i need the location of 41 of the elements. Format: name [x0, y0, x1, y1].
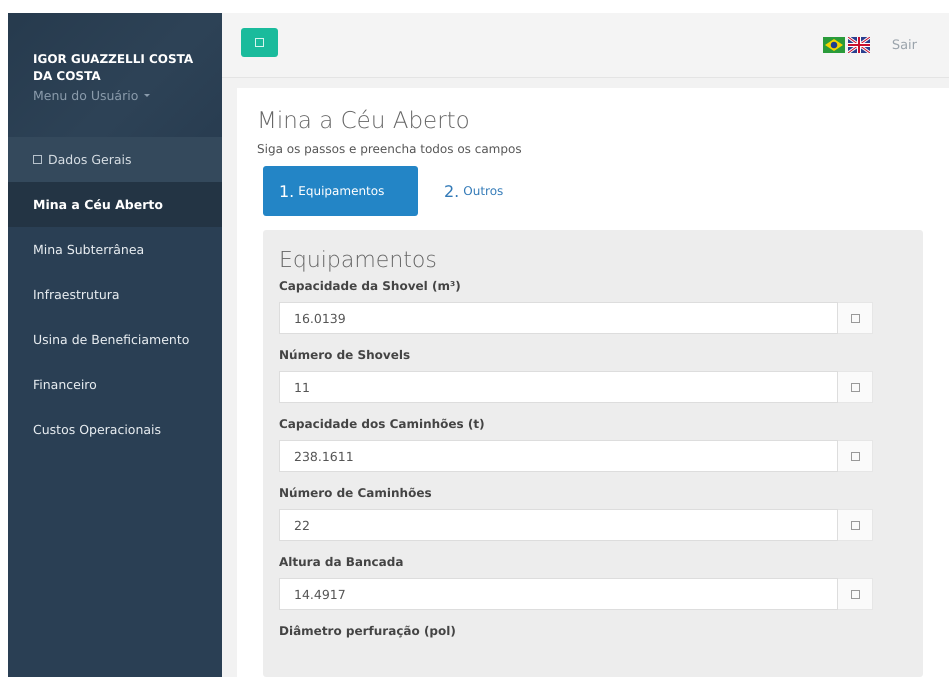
menu-toggle-button[interactable]: [241, 28, 278, 56]
sidebar-item[interactable]: Financeiro: [8, 362, 222, 407]
input-addon[interactable]: [838, 302, 873, 334]
brazil-flag-icon[interactable]: [822, 37, 845, 53]
input-field[interactable]: 238.1611: [279, 440, 838, 472]
square-icon: [33, 155, 42, 164]
square-icon: [850, 590, 860, 598]
caret-icon: [144, 94, 150, 97]
square-icon: [255, 38, 264, 46]
page-title: Mina a Céu Aberto: [257, 108, 471, 134]
step-tab[interactable]: 2. Outros: [428, 166, 520, 216]
square-icon: [850, 382, 860, 392]
input-addon[interactable]: [838, 509, 873, 541]
input-addon[interactable]: [838, 440, 873, 472]
input-field[interactable]: 11: [279, 371, 838, 403]
sidebar-item[interactable]: Infraestrutura: [8, 272, 222, 317]
input-field[interactable]: 22: [279, 509, 838, 541]
sidebar-item[interactable]: Mina Subterrânea: [8, 227, 222, 272]
input-addon[interactable]: [838, 371, 873, 403]
square-icon: [850, 452, 860, 460]
field-label: Altura da Bancada: [279, 555, 404, 569]
sidebar-item[interactable]: Mina a Céu Aberto: [8, 182, 222, 227]
sidebar-item[interactable]: Dados Gerais: [8, 137, 222, 182]
field-label: Número de Shovels: [279, 348, 412, 362]
square-icon: [850, 520, 860, 530]
square-icon: [850, 314, 860, 322]
sidebar-item[interactable]: Custos Operacionais: [8, 407, 222, 452]
field-label: Capacidade da Shovel (m³): [279, 279, 462, 293]
step-tab[interactable]: 1. Equipamentos: [263, 166, 418, 216]
page-subtitle: Siga os passos e preencha todos os campos: [257, 142, 523, 156]
input-field[interactable]: 16.0139: [279, 302, 838, 334]
input-addon[interactable]: [838, 578, 873, 610]
field-label: Diâmetro perfuração (pol): [279, 624, 457, 638]
user-menu-dropdown[interactable]: Menu do Usuário: [33, 88, 150, 103]
field-label: Número de Caminhões: [279, 486, 433, 500]
field-label: Capacidade dos Caminhões (t): [279, 417, 486, 431]
section-heading: Equipamentos: [279, 248, 438, 273]
sidebar-item[interactable]: Usina de Beneficiamento: [8, 317, 222, 362]
user-name: IGOR GUAZZELLI COSTA DA COSTA: [33, 51, 194, 85]
uk-flag-icon[interactable]: [848, 37, 870, 53]
input-field[interactable]: 14.4917: [279, 578, 838, 610]
